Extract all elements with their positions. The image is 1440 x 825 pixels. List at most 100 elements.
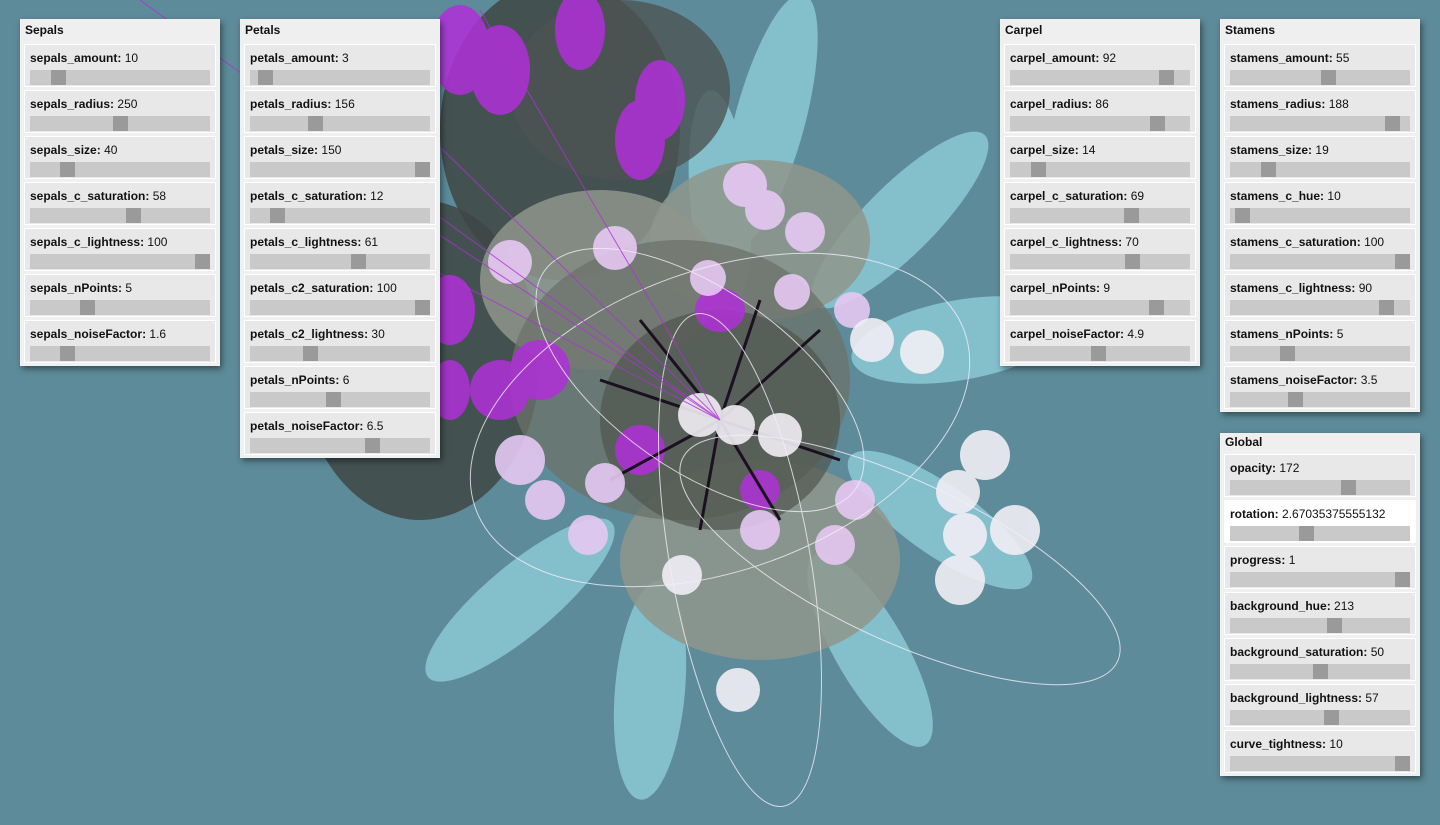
slider-thumb[interactable]: [60, 346, 75, 361]
slider-thumb[interactable]: [1321, 70, 1336, 85]
slider-thumb[interactable]: [1313, 664, 1328, 679]
slider-thumb[interactable]: [1091, 346, 1106, 361]
slider-name: background_lightness: [1230, 691, 1359, 705]
slider-track[interactable]: [1230, 116, 1410, 131]
slider-colon: :: [362, 189, 367, 203]
slider-thumb[interactable]: [415, 300, 430, 315]
slider-thumb[interactable]: [1125, 254, 1140, 269]
slider-track[interactable]: [1230, 70, 1410, 85]
slider-thumb[interactable]: [365, 438, 380, 453]
slider-track[interactable]: [250, 70, 430, 85]
slider-name: petals_c_lightness: [250, 235, 358, 249]
slider-track[interactable]: [1230, 300, 1410, 315]
slider-colon: :: [314, 143, 319, 157]
slider-name: curve_tightness: [1230, 737, 1323, 751]
slider-thumb[interactable]: [1235, 208, 1250, 223]
slider-track[interactable]: [1230, 664, 1410, 679]
slider-thumb[interactable]: [258, 70, 273, 85]
slider-track[interactable]: [1010, 162, 1190, 177]
slider-track[interactable]: [1230, 618, 1410, 633]
slider-track[interactable]: [30, 254, 210, 269]
slider-name: stamens_noiseFactor: [1230, 373, 1354, 387]
slider-colon: :: [110, 97, 115, 111]
slider-thumb[interactable]: [308, 116, 323, 131]
slider-thumb[interactable]: [80, 300, 95, 315]
slider-thumb[interactable]: [113, 116, 128, 131]
slider-thumb[interactable]: [1379, 300, 1394, 315]
slider-track[interactable]: [30, 162, 210, 177]
slider-track[interactable]: [1230, 208, 1410, 223]
slider-track[interactable]: [1230, 756, 1410, 771]
slider-value: 100: [1364, 235, 1385, 249]
slider-name: stamens_c_lightness: [1230, 281, 1352, 295]
slider-thumb[interactable]: [1395, 756, 1410, 771]
slider-thumb[interactable]: [1280, 346, 1295, 361]
slider-thumb[interactable]: [326, 392, 341, 407]
slider-track[interactable]: [1230, 346, 1410, 361]
slider-track[interactable]: [250, 300, 430, 315]
slider-track[interactable]: [30, 70, 210, 85]
slider-track[interactable]: [250, 438, 430, 453]
slider-row-sepals_c_lightness: sepals_c_lightness: 100: [24, 228, 216, 271]
slider-thumb[interactable]: [1395, 254, 1410, 269]
slider-track[interactable]: [1010, 70, 1190, 85]
slider-track[interactable]: [1230, 526, 1410, 541]
slider-track[interactable]: [1230, 254, 1410, 269]
slider-track[interactable]: [30, 346, 210, 361]
slider-track[interactable]: [250, 162, 430, 177]
slider-thumb[interactable]: [1261, 162, 1276, 177]
slider-track[interactable]: [1010, 208, 1190, 223]
slider-track[interactable]: [1010, 300, 1190, 315]
slider-thumb[interactable]: [51, 70, 66, 85]
slider-value: 9: [1103, 281, 1111, 295]
slider-thumb[interactable]: [1324, 710, 1339, 725]
slider-thumb[interactable]: [303, 346, 318, 361]
slider-track[interactable]: [1230, 162, 1410, 177]
slider-thumb[interactable]: [1327, 618, 1342, 633]
slider-colon: :: [1328, 51, 1333, 65]
slider-thumb[interactable]: [126, 208, 141, 223]
sepals-panel: Sepals sepals_amount: 10 sepals_radius: 2…: [20, 19, 220, 366]
slider-thumb[interactable]: [60, 162, 75, 177]
slider-row-stamens_c_saturation: stamens_c_saturation: 100: [1224, 228, 1416, 271]
slider-thumb[interactable]: [1149, 300, 1164, 315]
slider-thumb[interactable]: [415, 162, 430, 177]
panel-title: Sepals: [20, 19, 220, 41]
slider-thumb[interactable]: [195, 254, 210, 269]
slider-thumb[interactable]: [270, 208, 285, 223]
slider-label: sepals_radius: 250: [30, 97, 137, 111]
slider-track[interactable]: [30, 208, 210, 223]
slider-track[interactable]: [250, 254, 430, 269]
slider-row-stamens_c_hue: stamens_c_hue: 10: [1224, 182, 1416, 225]
slider-thumb[interactable]: [1288, 392, 1303, 407]
slider-label: stamens_amount: 55: [1230, 51, 1349, 65]
slider-value: 4.9: [1127, 327, 1145, 341]
slider-track[interactable]: [250, 208, 430, 223]
slider-track[interactable]: [1230, 710, 1410, 725]
slider-track[interactable]: [1010, 116, 1190, 131]
slider-thumb[interactable]: [351, 254, 366, 269]
slider-track[interactable]: [1230, 480, 1410, 495]
slider-track[interactable]: [1230, 392, 1410, 407]
slider-track[interactable]: [30, 116, 210, 131]
slider-row-stamens_size: stamens_size: 19: [1224, 136, 1416, 179]
slider-colon: :: [1321, 97, 1326, 111]
slider-thumb[interactable]: [1395, 572, 1410, 587]
slider-name: petals_amount: [250, 51, 335, 65]
slider-track[interactable]: [250, 392, 430, 407]
slider-track[interactable]: [1010, 346, 1190, 361]
slider-thumb[interactable]: [1341, 480, 1356, 495]
slider-thumb[interactable]: [1159, 70, 1174, 85]
slider-track[interactable]: [1010, 254, 1190, 269]
slider-colon: :: [1326, 599, 1331, 613]
slider-thumb[interactable]: [1385, 116, 1400, 131]
slider-colon: :: [364, 327, 369, 341]
slider-thumb[interactable]: [1124, 208, 1139, 223]
slider-track[interactable]: [250, 116, 430, 131]
slider-thumb[interactable]: [1150, 116, 1165, 131]
slider-track[interactable]: [250, 346, 430, 361]
slider-track[interactable]: [1230, 572, 1410, 587]
slider-thumb[interactable]: [1299, 526, 1314, 541]
slider-track[interactable]: [30, 300, 210, 315]
slider-thumb[interactable]: [1031, 162, 1046, 177]
